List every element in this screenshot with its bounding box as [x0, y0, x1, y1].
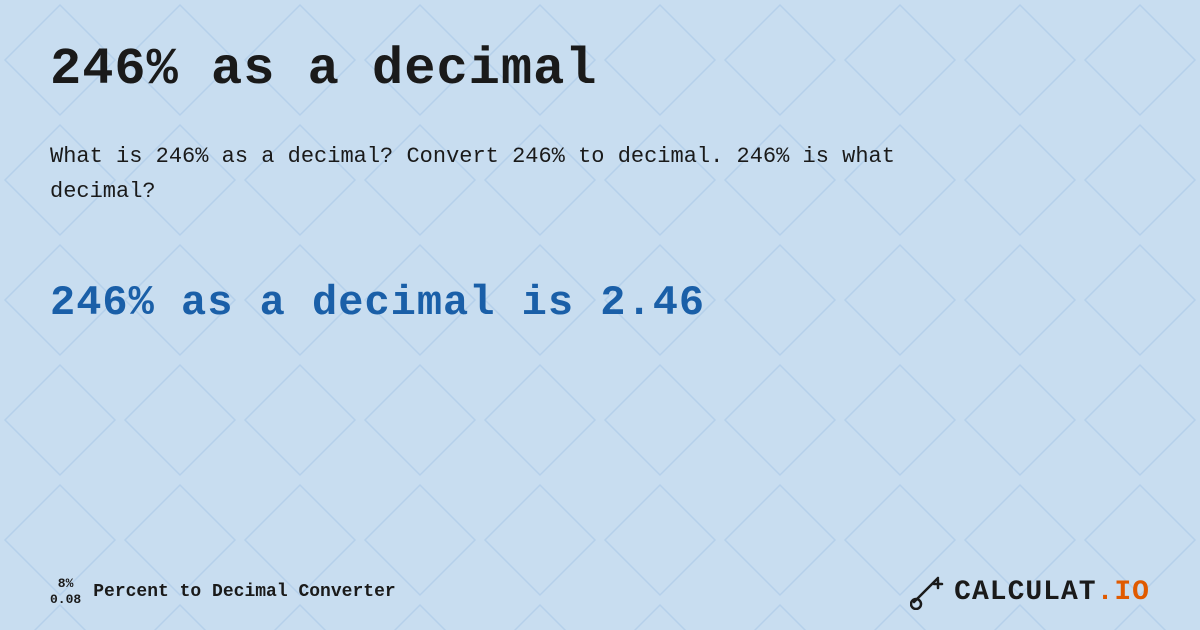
result-text: 246% as a decimal is 2.46 — [50, 279, 1150, 327]
page-title: 246% as a decimal — [50, 40, 1150, 99]
description-text: What is 246% as a decimal? Convert 246% … — [50, 139, 950, 209]
page-content: 246% as a decimal What is 246% as a deci… — [0, 0, 1200, 630]
result-section: 246% as a decimal is 2.46 — [50, 279, 1150, 327]
